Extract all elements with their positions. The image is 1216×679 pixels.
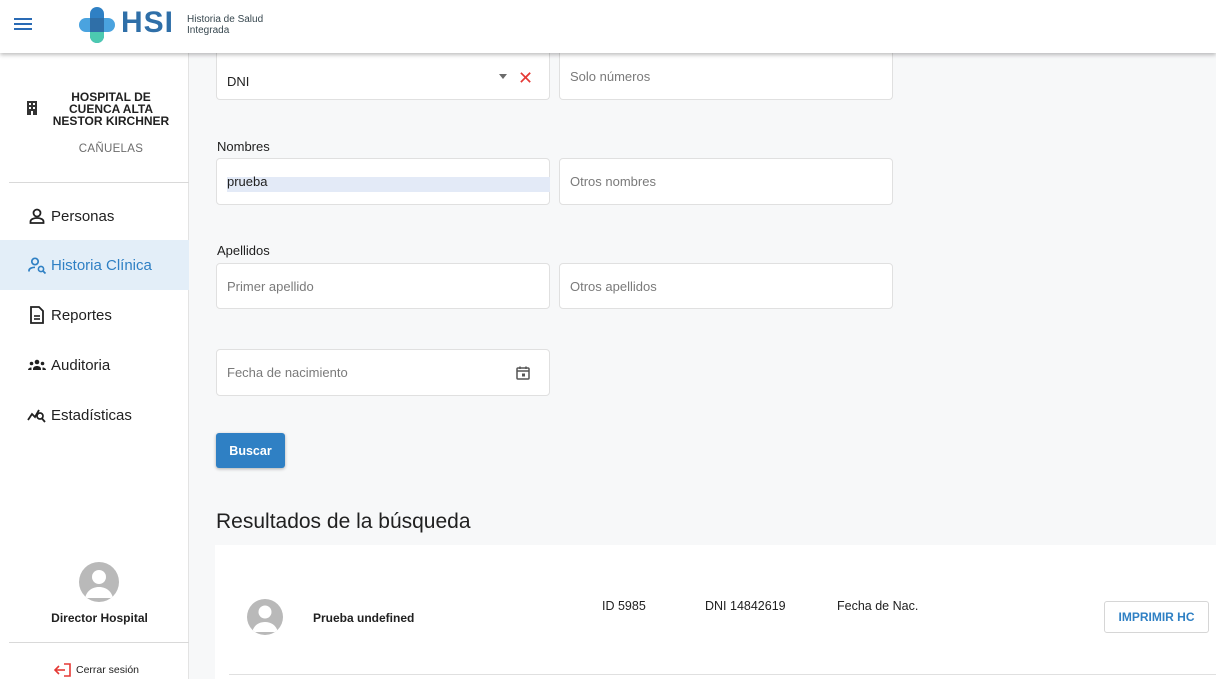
- logout-button[interactable]: Cerrar sesión: [54, 663, 139, 677]
- building-icon: [27, 101, 37, 115]
- primer-apellido-field[interactable]: [216, 263, 550, 309]
- imprimir-hc-button[interactable]: IMPRIMIR HC: [1104, 601, 1209, 633]
- fecha-nacimiento-input[interactable]: [227, 350, 539, 395]
- sidebar-item-personas[interactable]: Personas: [0, 191, 189, 241]
- row-divider: [229, 674, 1216, 675]
- sidebar-item-label: Historia Clínica: [51, 256, 152, 274]
- patient-name[interactable]: Prueba undefined: [313, 611, 414, 625]
- sidebar-item-reportes[interactable]: Reportes: [0, 290, 189, 340]
- group-icon: [28, 359, 46, 370]
- sidebar-item-auditoria[interactable]: Auditoria: [0, 340, 189, 390]
- document-number-field[interactable]: [559, 53, 893, 100]
- primer-apellido-input[interactable]: [227, 264, 539, 308]
- logo-text: HSI: [121, 6, 175, 39]
- hsi-logo-icon: [79, 7, 115, 43]
- patient-id: ID 5985: [602, 599, 646, 613]
- sidebar-item-estadisticas[interactable]: Estadísticas: [0, 390, 189, 440]
- fecha-nacimiento-field[interactable]: [216, 349, 550, 396]
- person-search-icon: [28, 257, 47, 275]
- primer-nombre-input[interactable]: [227, 159, 539, 204]
- document-icon: [30, 306, 44, 324]
- otros-apellidos-input[interactable]: [570, 264, 882, 308]
- buscar-button[interactable]: Buscar: [216, 433, 285, 468]
- logout-label: Cerrar sesión: [76, 664, 140, 676]
- user-name: Director Hospital: [51, 611, 148, 625]
- apellidos-label: Apellidos: [217, 243, 270, 258]
- logo-subtitle: Historia de Salud Integrada: [187, 14, 263, 36]
- sidebar-item-label: Reportes: [51, 306, 112, 324]
- top-bar: HSI Historia de Salud Integrada: [0, 0, 1216, 53]
- user-avatar[interactable]: [79, 562, 119, 602]
- patient-avatar: [247, 599, 283, 635]
- otros-nombres-input[interactable]: [570, 159, 882, 204]
- institution-block: HOSPITAL DE CUENCA ALTA NESTOR KIRCHNER …: [0, 53, 189, 182]
- logout-icon: [54, 663, 71, 677]
- otros-nombres-field[interactable]: [559, 158, 893, 205]
- institution-city: CAÑUELAS: [78, 143, 144, 155]
- avatar-person-icon: [252, 605, 278, 632]
- dropdown-arrow-icon[interactable]: [499, 74, 507, 79]
- logo-subtitle-line2: Integrada: [187, 25, 230, 36]
- document-number-input[interactable]: [570, 53, 882, 99]
- patient-dni: DNI 14842619: [705, 599, 786, 613]
- primer-nombre-field[interactable]: [216, 158, 550, 205]
- document-type-select[interactable]: DNI ✕: [216, 53, 550, 100]
- otros-apellidos-field[interactable]: [559, 263, 893, 309]
- calendar-icon[interactable]: [516, 366, 530, 380]
- clear-icon[interactable]: ✕: [518, 69, 533, 87]
- sidebar-divider: [9, 182, 189, 183]
- results-card: Prueba undefined ID 5985 DNI 14842619 Fe…: [215, 545, 1216, 679]
- document-type-value: DNI: [227, 74, 250, 89]
- chart-search-icon: [27, 409, 46, 423]
- sidebar-item-label: Estadísticas: [51, 406, 132, 424]
- sidebar-item-label: Auditoria: [51, 356, 111, 374]
- nombres-label: Nombres: [217, 139, 270, 154]
- sidebar: HOSPITAL DE CUENCA ALTA NESTOR KIRCHNER …: [0, 53, 189, 679]
- avatar-person-icon: [85, 570, 113, 598]
- sidebar-item-label: Personas: [51, 207, 115, 225]
- hamburger-menu-icon[interactable]: [14, 16, 32, 30]
- results-title: Resultados de la búsqueda: [216, 510, 471, 533]
- sidebar-item-historia-clinica[interactable]: Historia Clínica: [0, 240, 189, 290]
- institution-name: HOSPITAL DE CUENCA ALTA NESTOR KIRCHNER: [52, 90, 170, 128]
- patient-birthdate: Fecha de Nac.: [837, 599, 919, 613]
- sidebar-divider: [9, 642, 189, 643]
- logo-subtitle-line1: Historia de Salud: [187, 14, 264, 25]
- person-icon: [29, 208, 45, 224]
